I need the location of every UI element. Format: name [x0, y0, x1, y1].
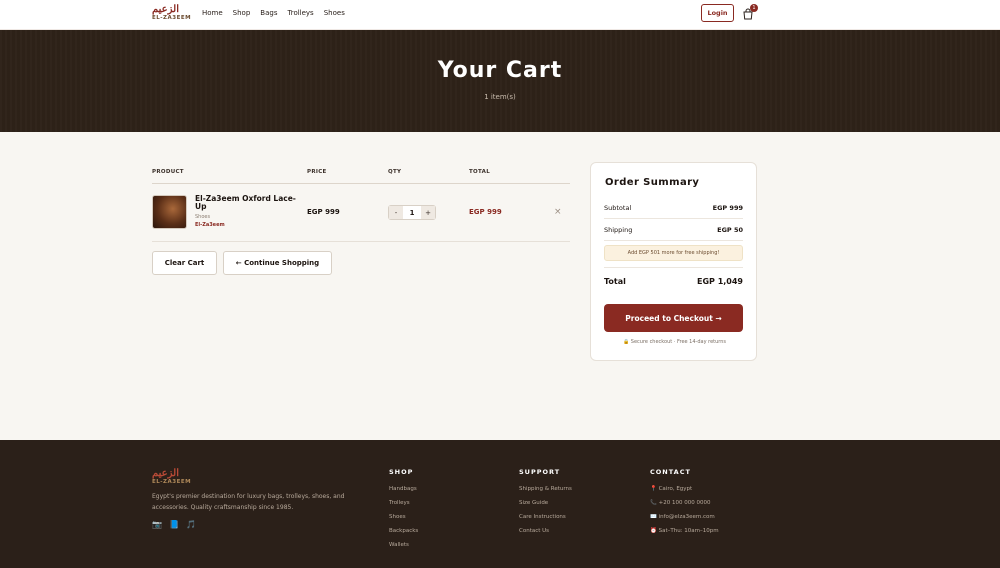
shipping-line: Shipping EGP 50	[604, 226, 743, 234]
social-links: 📷 📘 🎵	[152, 520, 196, 529]
total-value: EGP 1,049	[697, 277, 743, 286]
footer-shop-heading: SHOP	[389, 468, 414, 476]
proceed-to-checkout-button[interactable]: Proceed to Checkout →	[604, 304, 743, 332]
page-title: Your Cart	[437, 58, 563, 83]
logo-arabic: الزعيم	[152, 4, 179, 15]
shipping-label: Shipping	[604, 226, 633, 234]
footer-logo[interactable]: الزعيم EL-ZA3EEM	[152, 469, 191, 486]
product-name[interactable]: El-Za3eem Oxford Lace-Up	[195, 195, 305, 211]
product-category: Shoes	[195, 214, 211, 220]
footer-description: Egypt's premier destination for luxury b…	[152, 493, 345, 511]
footer-logo-arabic: الزعيم	[152, 468, 179, 479]
remove-item-icon[interactable]: ×	[554, 207, 562, 217]
contact-email[interactable]: ✉️ info@elza3eem.com	[650, 513, 719, 527]
subtotal-label: Subtotal	[604, 204, 632, 212]
subtotal-line: Subtotal EGP 999	[604, 204, 743, 212]
nav-links: Home Shop Bags Trolleys Shoes	[202, 8, 355, 18]
nav-link-trolleys[interactable]: Trolleys	[287, 8, 313, 18]
logo-english: EL-ZA3EEM	[152, 15, 192, 21]
footer-link-size-guide[interactable]: Size Guide	[519, 499, 572, 513]
instagram-icon[interactable]: 📷	[152, 520, 162, 529]
item-total: EGP 999	[469, 208, 502, 216]
nav-link-shoes[interactable]: Shoes	[324, 8, 345, 18]
footer-contact-heading: CONTACT	[650, 468, 691, 476]
footer-link-wallets[interactable]: Wallets	[389, 541, 418, 555]
cart-item-row: El-Za3eem Oxford Lace-Up Shoes El-Za3eem…	[152, 185, 570, 242]
footer-shop-column: SHOP Handbags Trolleys Shoes Backpacks W…	[389, 468, 418, 555]
subtotal-value: EGP 999	[712, 204, 743, 212]
shipping-value: EGP 50	[717, 226, 743, 234]
product-thumbnail[interactable]	[152, 195, 187, 229]
footer-contact-column: CONTACT 📍 Cairo, Egypt 📞 +20 100 000 000…	[650, 468, 719, 541]
total-line: Total EGP 1,049	[604, 277, 743, 286]
footer-link-trolleys[interactable]: Trolleys	[389, 499, 418, 513]
footer-link-contact-us[interactable]: Contact Us	[519, 527, 572, 541]
footer-logo-english: EL-ZA3EEM	[152, 479, 192, 485]
free-shipping-note: Add EGP 501 more for free shipping!	[604, 245, 743, 261]
footer-link-care-instructions[interactable]: Care Instructions	[519, 513, 572, 527]
footer-link-handbags[interactable]: Handbags	[389, 485, 418, 499]
site-logo[interactable]: الزعيم EL-ZA3EEM	[152, 5, 192, 25]
qty-value: 1	[409, 208, 415, 217]
footer-support-column: SUPPORT Shipping & Returns Size Guide Ca…	[519, 468, 572, 541]
nav-link-home[interactable]: Home	[202, 8, 223, 18]
contact-location: 📍 Cairo, Egypt	[650, 486, 693, 492]
continue-shopping-button[interactable]: ← Continue Shopping	[223, 251, 332, 275]
tiktok-icon[interactable]: 🎵	[186, 520, 196, 529]
nav-link-shop[interactable]: Shop	[233, 8, 251, 18]
product-brand: El-Za3eem	[195, 222, 225, 228]
facebook-icon[interactable]: 📘	[169, 520, 179, 529]
cart-count-badge: 1	[750, 4, 758, 12]
item-count: 1 item(s)	[484, 93, 516, 101]
cart-table-header: PRODUCT PRICE QTY TOTAL	[152, 169, 570, 184]
qty-increase-button[interactable]: +	[421, 206, 435, 219]
item-price: EGP 999	[307, 208, 340, 216]
col-price: PRICE	[307, 169, 327, 175]
col-qty: QTY	[388, 169, 402, 175]
clear-cart-button[interactable]: Clear Cart	[152, 251, 217, 275]
qty-decrease-button[interactable]: -	[389, 206, 403, 219]
footer-link-shoes[interactable]: Shoes	[389, 513, 418, 527]
footer-support-heading: SUPPORT	[519, 468, 561, 476]
summary-divider	[604, 267, 743, 268]
secure-checkout-note: 🔒 Secure checkout · Free 14-day returns	[622, 339, 727, 345]
contact-hours: ⏰ Sat–Thu: 10am–10pm	[650, 528, 719, 534]
summary-title: Order Summary	[605, 177, 700, 188]
login-button[interactable]: Login	[701, 4, 734, 22]
footer-link-shipping-returns[interactable]: Shipping & Returns	[519, 485, 572, 499]
summary-divider	[604, 240, 743, 241]
col-total: TOTAL	[469, 169, 491, 175]
nav-link-bags[interactable]: Bags	[260, 8, 277, 18]
col-product: PRODUCT	[152, 169, 184, 175]
quantity-stepper: - 1 +	[388, 205, 436, 220]
top-navbar: الزعيم EL-ZA3EEM Home Shop Bags Trolleys…	[0, 0, 1000, 30]
summary-divider	[604, 218, 743, 219]
total-label: Total	[604, 277, 626, 286]
contact-phone[interactable]: 📞 +20 100 000 0000	[650, 499, 719, 513]
order-summary-card: Order Summary Subtotal EGP 999 Shipping …	[590, 162, 757, 361]
site-footer: الزعيم EL-ZA3EEM Egypt's premier destina…	[0, 440, 1000, 568]
footer-link-backpacks[interactable]: Backpacks	[389, 527, 418, 541]
